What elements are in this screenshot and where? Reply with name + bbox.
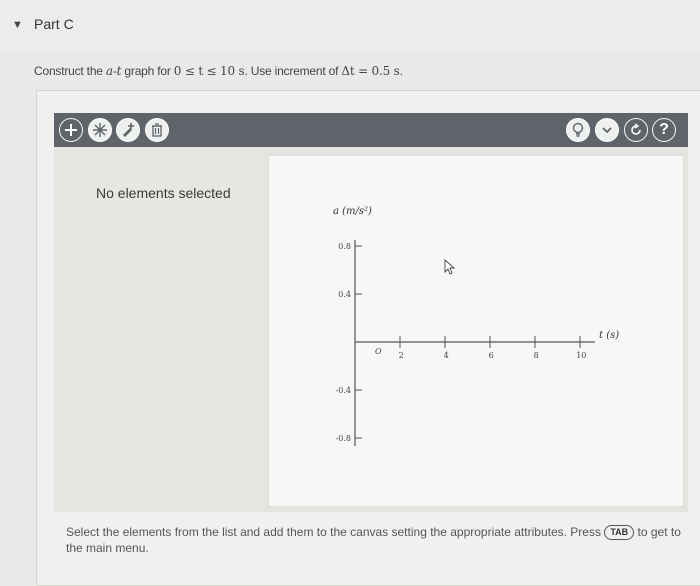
element-list-panel[interactable]: No elements selected <box>54 147 264 512</box>
prompt-increment: Δt = 0.5 s <box>341 64 400 78</box>
prompt-range: 0 ≤ t ≤ 10 s <box>173 64 245 78</box>
instructions-line1: Select the elements from the list and ad… <box>66 525 601 539</box>
origin-label: O <box>375 347 382 356</box>
toolbar: ? <box>54 113 688 147</box>
canvas-area: 2 4 6 8 10 0.8 0.4 -0.4 -0.8 Oa (m/s²) t (s) <box>264 147 688 512</box>
part-title: Part C <box>34 16 74 32</box>
instructions: Select the elements from the list and ad… <box>66 524 686 556</box>
prompt-text-pre: Construct the <box>34 64 106 78</box>
help-label: ? <box>659 121 669 138</box>
add-icon[interactable] <box>59 118 83 142</box>
y-tick-label: 0.8 <box>338 242 351 251</box>
question-prompt: Construct the a-t graph for 0 ≤ t ≤ 10 s… <box>34 64 403 78</box>
prompt-text-post: . Use increment of <box>244 64 342 78</box>
lightbulb-icon[interactable] <box>566 118 590 142</box>
x-tick-label: 6 <box>489 351 494 360</box>
at-graph[interactable]: 2 4 6 8 10 0.8 0.4 -0.4 -0.8 Oa (m/s²) t (s) <box>269 156 683 506</box>
graph-canvas[interactable]: 2 4 6 8 10 0.8 0.4 -0.4 -0.8 Oa (m/s²) t (s) <box>268 155 684 507</box>
y-tick-label: 0.4 <box>338 290 351 299</box>
y-tick-label: -0.4 <box>336 386 351 395</box>
part-header[interactable]: ▼ Part C <box>0 0 700 52</box>
chevron-down-icon[interactable] <box>595 118 619 142</box>
reset-icon[interactable] <box>624 118 648 142</box>
help-icon[interactable]: ? <box>652 118 676 142</box>
asterisk-icon[interactable] <box>88 118 112 142</box>
x-tick-label: 4 <box>444 351 449 360</box>
tab-key-badge: TAB <box>604 525 635 540</box>
x-tick-label: 10 <box>576 351 586 360</box>
y-axis-label: a (m/s²) <box>333 206 372 217</box>
prompt-var-a: a <box>105 64 113 78</box>
edit-add-icon[interactable] <box>116 118 140 142</box>
x-tick-label: 2 <box>399 351 404 360</box>
y-tick-label: -0.8 <box>336 434 351 443</box>
collapse-caret-icon[interactable]: ▼ <box>12 19 23 31</box>
prompt-end: . <box>399 64 403 78</box>
trash-icon[interactable] <box>145 118 169 142</box>
prompt-text-mid: graph for <box>121 64 174 78</box>
x-tick-label: 8 <box>534 351 539 360</box>
x-axis-label: t (s) <box>599 330 619 341</box>
no-elements-status: No elements selected <box>96 185 231 201</box>
mouse-cursor-icon <box>444 258 456 275</box>
